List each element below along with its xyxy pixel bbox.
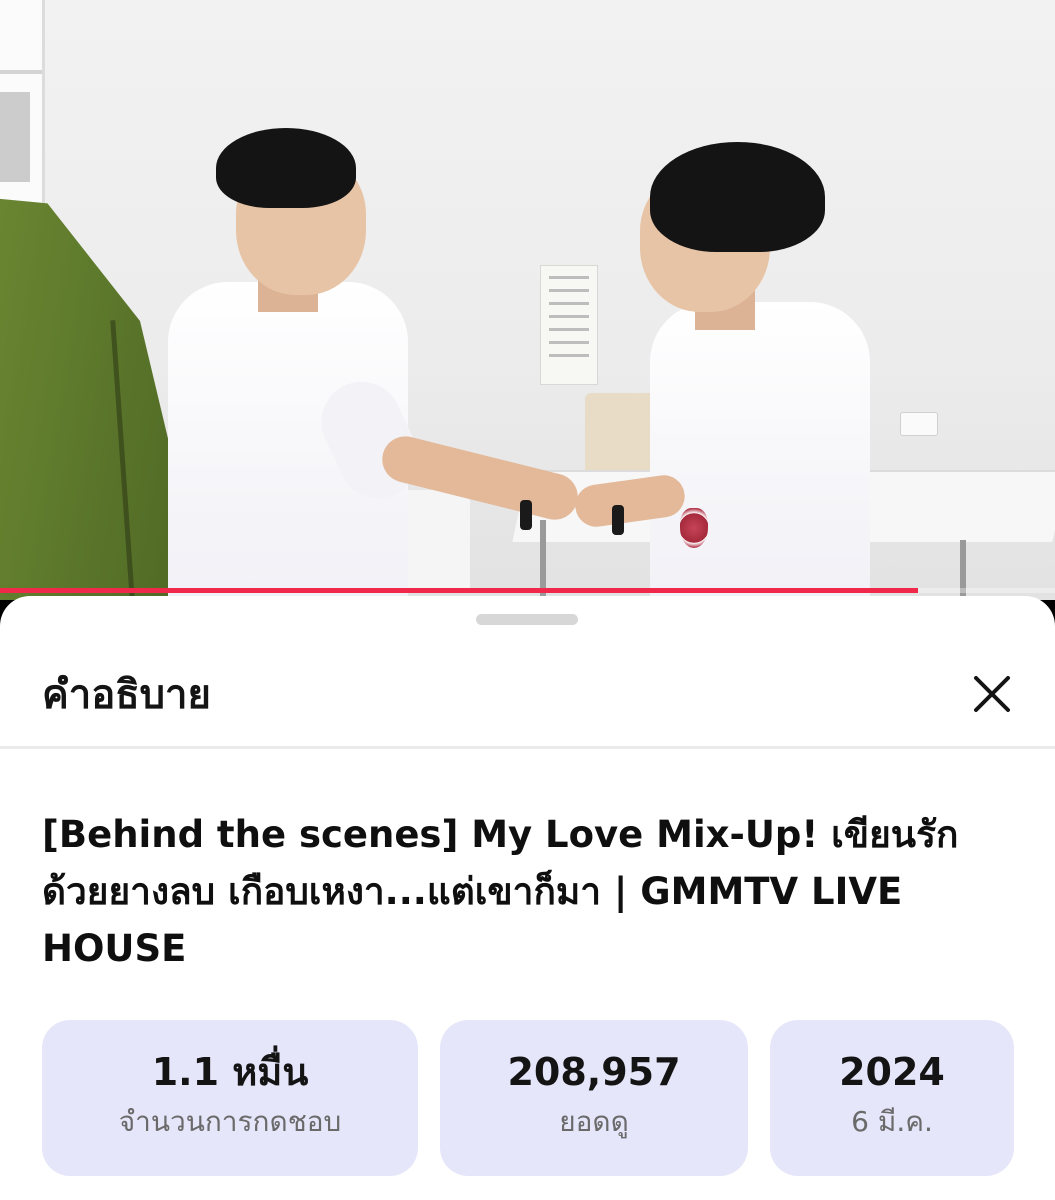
likes-count: 1.1 หมื่น <box>151 1050 309 1094</box>
close-icon <box>974 676 1010 712</box>
stat-card-date: 2024 6 มี.ค. <box>770 1020 1014 1176</box>
views-count: 208,957 <box>507 1050 681 1094</box>
window-frame <box>0 0 45 230</box>
video-progress-fill <box>0 588 918 593</box>
likes-label: จำนวนการกดชอบ <box>118 1105 342 1138</box>
sheet-drag-handle[interactable] <box>476 614 578 625</box>
sheet-title: คำอธิบาย <box>42 672 211 718</box>
close-button[interactable] <box>962 664 1022 724</box>
screen: คำอธิบาย [Behind the scenes] My Love Mix… <box>0 0 1055 1200</box>
wall-outlet <box>900 412 938 436</box>
description-sheet: คำอธิบาย [Behind the scenes] My Love Mix… <box>0 596 1055 1200</box>
publish-year: 2024 <box>839 1050 945 1094</box>
wall-notice <box>540 265 598 385</box>
video-player[interactable] <box>0 0 1055 600</box>
stat-card-views: 208,957 ยอดดู <box>440 1020 748 1176</box>
views-label: ยอดดู <box>559 1105 629 1138</box>
video-title: [Behind the scenes] My Love Mix-Up! เขีย… <box>42 813 959 970</box>
stat-card-likes: 1.1 หมื่น จำนวนการกดชอบ <box>42 1020 418 1176</box>
publish-date: 6 มี.ค. <box>851 1105 933 1138</box>
video-progress-bar[interactable] <box>0 588 1055 593</box>
stats-row: 1.1 หมื่น จำนวนการกดชอบ 208,957 ยอดดู 20… <box>42 1020 1014 1176</box>
sheet-header: คำอธิบาย <box>0 636 1055 749</box>
